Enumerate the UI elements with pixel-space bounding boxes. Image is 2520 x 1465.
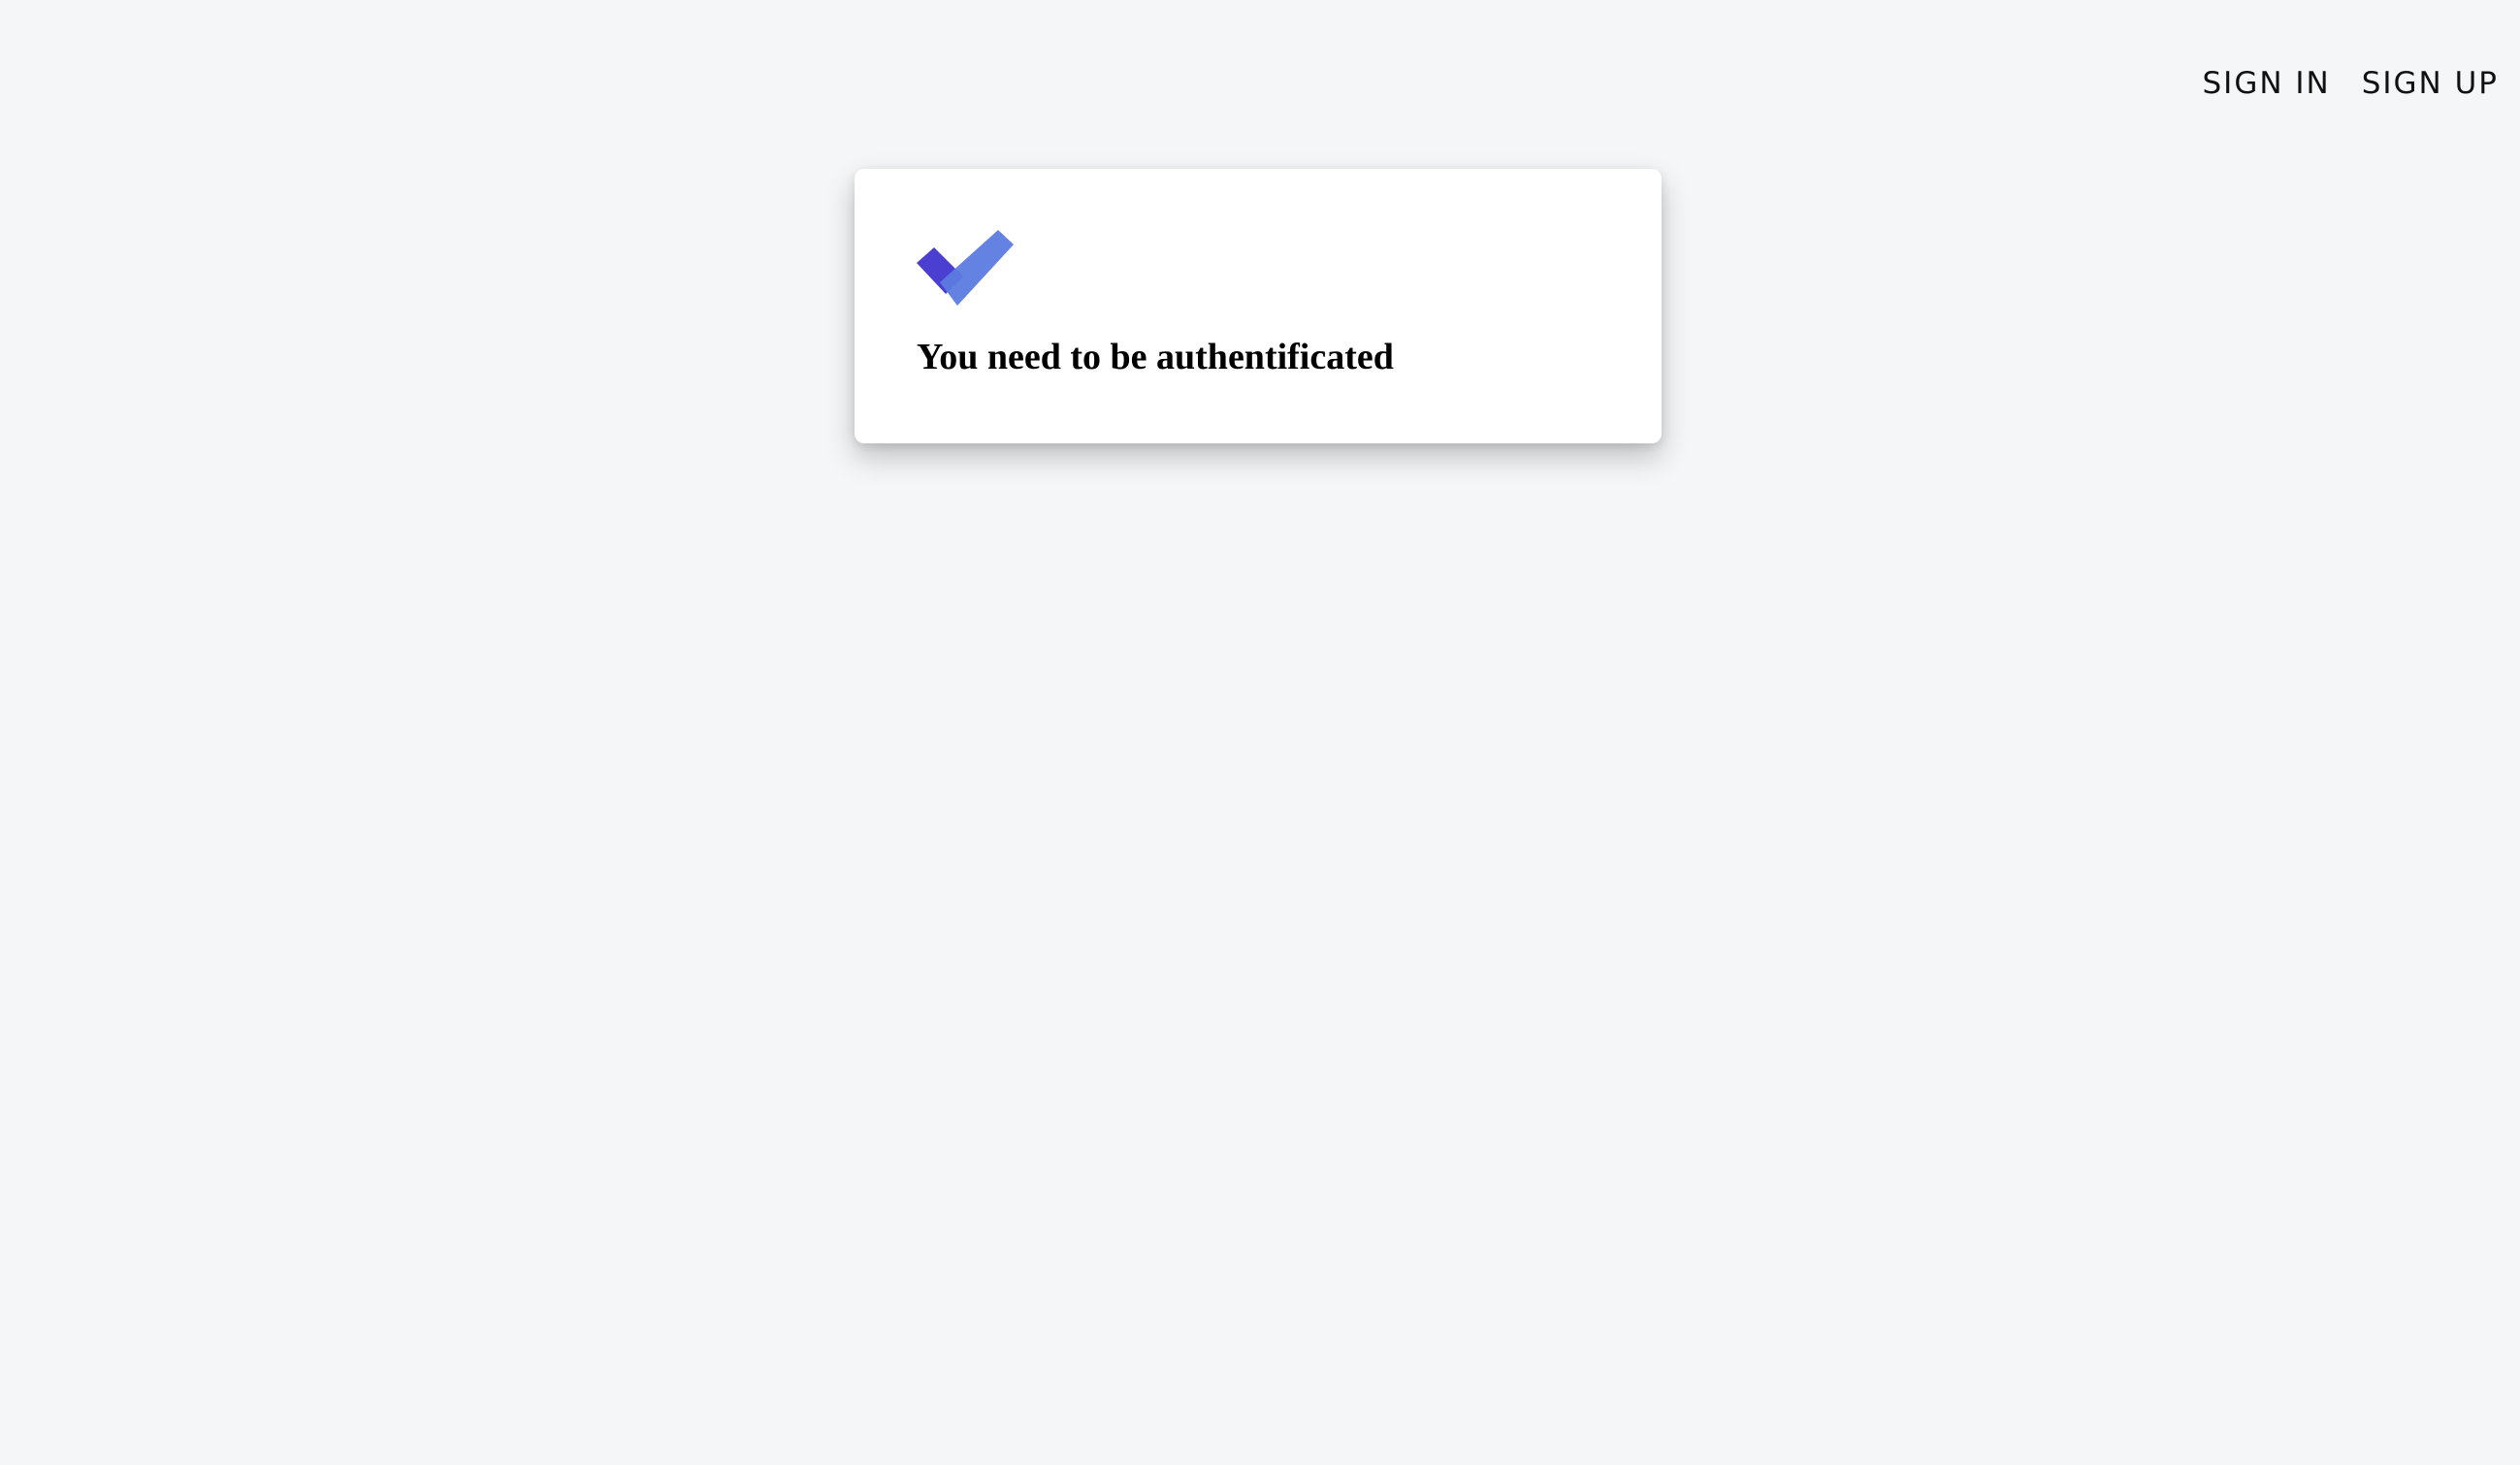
double-check-icon [917, 230, 1014, 306]
top-nav: SIGN IN SIGN UP [2203, 64, 2500, 103]
auth-message: You need to be authentificated [917, 337, 1394, 377]
sign-up-link[interactable]: SIGN UP [2362, 64, 2499, 103]
sign-in-link[interactable]: SIGN IN [2203, 64, 2331, 103]
auth-required-card: You need to be authentificated [855, 169, 1662, 443]
